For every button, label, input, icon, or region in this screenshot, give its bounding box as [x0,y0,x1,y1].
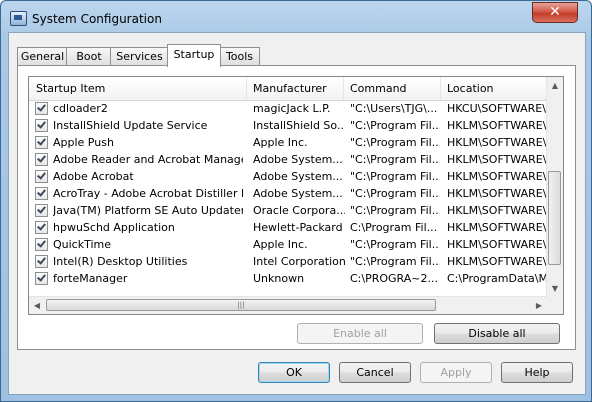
location-cell: HKLM\SOFTWARE\ [447,136,547,149]
startup-item-name: Adobe Acrobat [53,170,134,183]
location-cell: HKLM\SOFTWARE\ [447,170,547,183]
location-cell: HKLM\SOFTWARE\ [447,221,547,234]
startup-item-checkbox[interactable] [35,170,48,183]
location-cell: HKLM\SOFTWARE\ [447,204,547,217]
system-configuration-window: System Configuration ✕ General Boot Serv… [0,0,592,402]
table-row[interactable]: Adobe Reader and Acrobat Manager Adobe Sy… [29,151,547,168]
location-cell: HKLM\SOFTWARE\ [447,187,547,200]
startup-item-checkbox[interactable] [35,153,48,166]
apply-button[interactable]: Apply [420,362,492,383]
startup-item-name: hpwuSchd Application [53,221,175,234]
scrollbar-corner [547,297,563,314]
manufacturer-cell: Adobe System... [253,170,343,183]
command-cell: "C:\Program Fil... [350,204,440,217]
scroll-right-arrow-icon[interactable]: ▶ [531,297,547,314]
startup-item-checkbox[interactable] [35,272,48,285]
ok-button[interactable]: OK [258,362,330,383]
tab-services[interactable]: Services [110,47,169,66]
startup-item-checkbox[interactable] [35,136,48,149]
column-header-location[interactable]: Location [441,77,547,100]
table-row[interactable]: AcroTray - Adobe Acrobat Distiller hel..… [29,185,547,202]
table-row[interactable]: InstallShield Update Service InstallShiel… [29,117,547,134]
manufacturer-cell: magicJack L.P. [253,102,331,115]
column-header-command[interactable]: Command [344,77,441,100]
startup-item-name: AcroTray - Adobe Acrobat Distiller hel..… [53,187,243,200]
scroll-up-arrow-icon[interactable]: ▲ [547,77,563,94]
table-row[interactable]: Apple Push Apple Inc. "C:\Program Fil... HK… [29,134,547,151]
manufacturer-cell: Unknown [253,272,305,285]
disable-all-button[interactable]: Disable all [434,323,560,344]
list-header: Startup Item Manufacturer Command Locati… [29,77,547,101]
startup-item-name: QuickTime [53,238,112,251]
table-row[interactable]: QuickTime Apple Inc. "C:\Program Fil... HKL… [29,236,547,253]
startup-item-checkbox[interactable] [35,204,48,217]
table-row[interactable]: Intel(R) Desktop Utilities Intel Corporat… [29,253,547,270]
startup-items-list: Startup Item Manufacturer Command Locati… [28,76,564,315]
startup-item-name: InstallShield Update Service [53,119,208,132]
manufacturer-cell: InstallShield So... [253,119,345,132]
startup-item-checkbox[interactable] [35,221,48,234]
system-configuration-icon [10,11,27,26]
horizontal-scrollbar[interactable]: ◀ ||| ▶ [29,296,547,314]
command-cell: "C:\Program Fil... [350,187,440,200]
table-row[interactable]: Java(TM) Platform SE Auto Updater Oracle … [29,202,547,219]
startup-item-name: forteManager [53,272,128,285]
table-row[interactable]: cdloader2 magicJack L.P. "C:\Users\TJG\...… [29,100,547,117]
location-cell: HKLM\SOFTWARE\ [447,119,547,132]
command-cell: C:\PROGRA~2... [350,272,438,285]
startup-item-checkbox[interactable] [35,187,48,200]
startup-item-name: Adobe Reader and Acrobat Manager [53,153,243,166]
close-button[interactable]: ✕ [532,2,578,23]
manufacturer-cell: Hewlett-Packard [253,221,343,234]
table-row[interactable]: forteManager Unknown C:\PROGRA~2... C:\Prog… [29,270,547,287]
list-rows: cdloader2 magicJack L.P. "C:\Users\TJG\...… [29,100,547,287]
table-row[interactable]: Adobe Acrobat Adobe System... "C:\Program … [29,168,547,185]
tab-startup[interactable]: Startup [167,44,221,67]
tab-general[interactable]: General [17,47,68,66]
location-cell: HKLM\SOFTWARE\ [447,238,547,251]
startup-item-checkbox[interactable] [35,102,48,115]
tab-boot[interactable]: Boot [66,47,112,66]
enable-all-button[interactable]: Enable all [297,323,423,344]
window-title: System Configuration [32,12,162,26]
startup-item-name: Java(TM) Platform SE Auto Updater [53,204,243,217]
command-cell: "C:\Program Fil... [350,119,440,132]
vertical-scroll-thumb[interactable] [548,171,561,265]
startup-item-name: Apple Push [53,136,114,149]
startup-item-checkbox[interactable] [35,255,48,268]
manufacturer-cell: Adobe System... [253,187,343,200]
manufacturer-cell: Apple Inc. [253,238,308,251]
command-cell: "C:\Program Fil... [350,255,440,268]
location-cell: HKLM\SOFTWARE\ [447,153,547,166]
column-header-startup-item[interactable]: Startup Item [29,77,247,100]
location-cell: HKCU\SOFTWARE\ [447,102,546,115]
startup-item-checkbox[interactable] [35,238,48,251]
startup-item-name: cdloader2 [53,102,108,115]
command-cell: "C:\Program Fil... [350,153,440,166]
manufacturer-cell: Adobe System... [253,153,343,166]
startup-item-name: Intel(R) Desktop Utilities [53,255,188,268]
scroll-down-arrow-icon[interactable]: ▼ [547,280,563,297]
startup-tab-panel: Startup Item Manufacturer Command Locati… [17,65,576,350]
manufacturer-cell: Apple Inc. [253,136,308,149]
manufacturer-cell: Intel Corporation [253,255,345,268]
help-button[interactable]: Help [501,362,573,383]
table-row[interactable]: hpwuSchd Application Hewlett-Packard C:\Pr… [29,219,547,236]
tab-tools[interactable]: Tools [219,47,260,66]
command-cell: "C:\Program Fil... [350,238,440,251]
vertical-scrollbar[interactable]: ▲ ▼ [546,77,563,297]
cancel-button[interactable]: Cancel [339,362,411,383]
command-cell: "C:\Users\TJG\... [350,102,438,115]
location-cell: HKLM\SOFTWARE\ [447,255,547,268]
command-cell: "C:\Program Fil... [350,136,440,149]
dialog-client-area: General Boot Services Startup Tools Star… [8,32,586,395]
horizontal-scroll-thumb[interactable]: ||| [46,299,436,311]
command-cell: "C:\Program Fil... [350,170,440,183]
column-header-manufacturer[interactable]: Manufacturer [247,77,344,100]
startup-item-checkbox[interactable] [35,119,48,132]
location-cell: C:\ProgramData\Mi [447,272,547,285]
manufacturer-cell: Oracle Corpora... [253,204,345,217]
command-cell: C:\Program Fil... [350,221,438,234]
scroll-left-arrow-icon[interactable]: ◀ [29,297,45,314]
